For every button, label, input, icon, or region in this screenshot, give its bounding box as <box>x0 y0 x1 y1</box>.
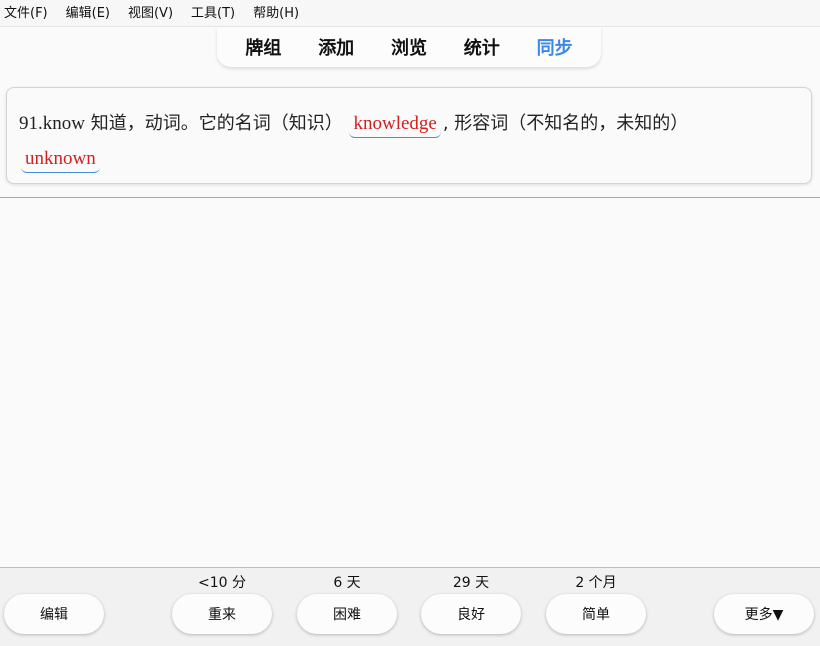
card-text-2: , 形容词（不知名的，未知的） <box>442 113 689 134</box>
menu-edit[interactable]: 编辑(E) <box>66 0 110 27</box>
easy-interval: 2 个月 <box>575 575 617 591</box>
menu-help[interactable]: 帮助(H) <box>253 0 299 27</box>
card-prefix: 91.know <box>19 113 85 134</box>
easy-button[interactable]: 简单 <box>546 594 646 634</box>
good-button[interactable]: 良好 <box>421 594 521 634</box>
edit-button[interactable]: 编辑 <box>4 594 104 634</box>
decks-button[interactable]: 牌组 <box>245 34 281 60</box>
menu-view[interactable]: 视图(V) <box>128 0 173 27</box>
more-button[interactable]: 更多▼ <box>714 594 814 634</box>
card-question: 91.know 知道，动词。它的名词（知识） knowledge, 形容词（不知… <box>6 87 812 184</box>
card-text-1: 知道，动词。它的名词（知识） <box>84 113 343 134</box>
add-button[interactable]: 添加 <box>318 34 354 60</box>
answer-area <box>0 198 820 567</box>
browse-button[interactable]: 浏览 <box>391 34 427 60</box>
sync-button[interactable]: 同步 <box>537 34 573 60</box>
top-toolbar: 牌组 添加 浏览 统计 同步 <box>217 27 601 67</box>
menu-tools[interactable]: 工具(T) <box>191 0 235 27</box>
menu-file[interactable]: 文件(F) <box>4 0 48 27</box>
again-interval: <10 分 <box>198 575 246 591</box>
review-bottom-bar: 编辑 <10 分 重来 6 天 困难 29 天 良好 2 个月 简单 更多▼ <box>0 567 820 646</box>
again-button[interactable]: 重来 <box>172 594 272 634</box>
menu-bar: 文件(F) 编辑(E) 视图(V) 工具(T) 帮助(H) <box>0 0 820 27</box>
hard-button[interactable]: 困难 <box>297 594 397 634</box>
cloze-answer-1: knowledge <box>349 111 441 138</box>
stats-button[interactable]: 统计 <box>464 34 500 60</box>
good-interval: 29 天 <box>452 575 490 591</box>
cloze-answer-2: unknown <box>21 146 100 173</box>
hard-interval: 6 天 <box>333 575 361 591</box>
